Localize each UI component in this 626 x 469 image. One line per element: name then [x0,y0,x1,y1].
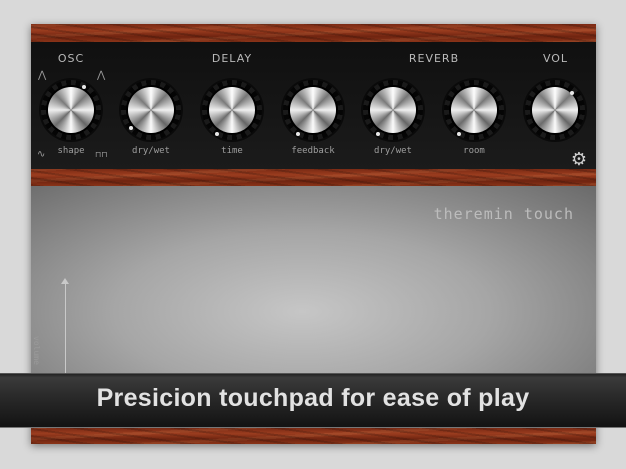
reverb-section: REVERB dry/wet room [353,42,516,169]
delay-feedback-knob[interactable] [281,78,345,142]
delay-drywet-knob[interactable] [119,78,183,142]
reverb-room-knob[interactable] [442,78,506,142]
osc-section: OSC ⋀ ⋀ ∿ ⊓⊓ shape [31,42,112,169]
promo-banner-text: Presicion touchpad for ease of play [96,384,530,412]
delay-section: DELAY dry/wet time feedback [111,42,354,169]
app-title: theremin touch [433,205,574,223]
delay-time-label: time [221,146,243,156]
delay-time-knob[interactable] [200,78,264,142]
triangle-wave-icon: ⋀ [97,70,106,81]
osc-shape-label: shape [57,146,85,156]
delay-title: DELAY [211,52,253,65]
osc-title: OSC [57,52,85,65]
sawtooth-wave-icon: ⋀ [38,70,47,81]
wood-trim-middle [31,169,596,186]
wood-trim-top [31,24,596,42]
delay-drywet-label: dry/wet [132,146,170,156]
control-panel: OSC ⋀ ⋀ ∿ ⊓⊓ shape DELAY dry/wet time fe… [31,42,596,169]
vol-title: VOL [542,52,569,65]
delay-feedback-label: feedback [291,146,335,156]
promo-banner: Presicion touchpad for ease of play [0,373,626,428]
volume-knob[interactable] [523,78,587,142]
volume-axis-line [65,282,66,380]
settings-gear-icon[interactable]: ⚙ [568,149,590,171]
volume-axis-label: volume [32,336,41,365]
reverb-drywet-knob[interactable] [361,78,425,142]
reverb-drywet-label: dry/wet [374,146,412,156]
wood-trim-bottom [31,428,596,444]
osc-shape-knob[interactable] [39,78,103,142]
reverb-room-label: room [463,146,485,156]
reverb-title: REVERB [408,52,460,65]
